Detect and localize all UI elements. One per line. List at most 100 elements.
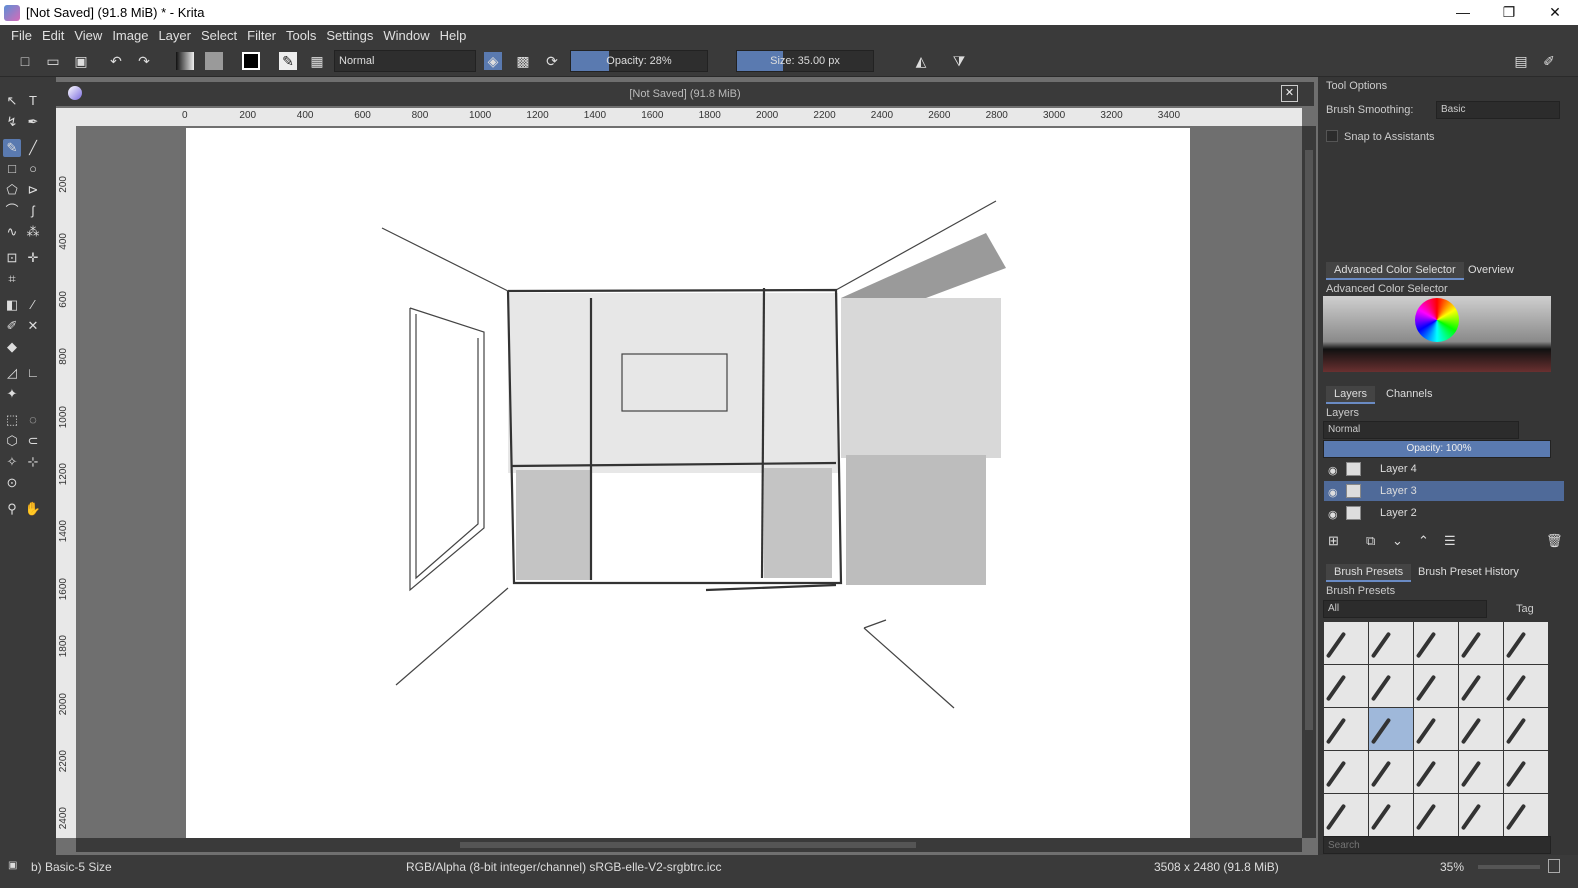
color-picker-tool-icon[interactable]: ⁄ xyxy=(24,296,42,314)
tag-button[interactable]: Tag xyxy=(1516,603,1534,615)
close-document-button[interactable]: ✕ xyxy=(1281,85,1298,102)
polyline-tool-icon[interactable]: ⊳ xyxy=(24,181,42,199)
move-layer-up-icon[interactable]: ⌃ xyxy=(1418,533,1429,549)
rectangle-tool-icon[interactable]: □ xyxy=(3,160,21,178)
brush-preset[interactable] xyxy=(1324,622,1368,664)
horizontal-scrollbar-thumb[interactable] xyxy=(460,842,916,848)
mirror-vertical-icon[interactable]: ⧩ xyxy=(950,52,968,70)
add-layer-icon[interactable]: ⊞ xyxy=(1328,533,1339,549)
polygon-tool-icon[interactable]: ⬠ xyxy=(3,181,21,199)
brush-preset[interactable] xyxy=(1414,708,1458,750)
brush-preset[interactable] xyxy=(1324,751,1368,793)
menu-tools[interactable]: Tools xyxy=(286,28,316,43)
smart-patch-tool-icon[interactable]: ✕ xyxy=(24,317,42,335)
brush-preset[interactable] xyxy=(1504,708,1548,750)
menu-settings[interactable]: Settings xyxy=(326,28,373,43)
brush-preset-search-input[interactable] xyxy=(1323,836,1551,854)
fit-view-icon[interactable] xyxy=(1548,859,1560,873)
bezier-selection-tool-icon[interactable]: ⊙ xyxy=(3,474,21,492)
menu-filter[interactable]: Filter xyxy=(247,28,276,43)
color-wheel-icon[interactable] xyxy=(1415,298,1459,342)
elliptical-selection-tool-icon[interactable]: ◌ xyxy=(24,411,42,429)
brush-preset[interactable] xyxy=(1459,622,1503,664)
brush-preset[interactable] xyxy=(1459,751,1503,793)
delete-layer-icon[interactable]: 🗑 xyxy=(1546,533,1563,549)
tab-brush-presets[interactable]: Brush Presets xyxy=(1326,564,1412,582)
brush-preset[interactable] xyxy=(1324,794,1368,836)
text-tool-icon[interactable]: T xyxy=(24,92,42,110)
brush-preset[interactable] xyxy=(1414,751,1458,793)
layer-opacity-slider[interactable]: Opacity: 100% xyxy=(1323,440,1551,458)
blend-mode-select[interactable]: Normal xyxy=(334,50,476,72)
brush-smoothing-select[interactable]: Basic xyxy=(1436,101,1560,119)
restore-button[interactable]: ❐ xyxy=(1486,0,1532,25)
bezier-tool-icon[interactable]: ⌒ xyxy=(3,202,21,220)
menu-window[interactable]: Window xyxy=(383,28,429,43)
layer-row[interactable]: ◉ Layer 4 xyxy=(1324,459,1564,479)
zoom-slider[interactable] xyxy=(1478,865,1540,869)
tab-overview[interactable]: Overview xyxy=(1460,262,1522,278)
brush-settings-icon[interactable]: ▦ xyxy=(308,52,326,70)
layer-row[interactable]: ◉ Layer 2 xyxy=(1324,503,1564,523)
undo-icon[interactable]: ↶ xyxy=(107,52,125,70)
brush-preset[interactable] xyxy=(1504,794,1548,836)
brush-preset[interactable] xyxy=(1414,622,1458,664)
brush-preset[interactable] xyxy=(1414,665,1458,707)
assistant-tool-icon[interactable]: ◿ xyxy=(3,364,21,382)
move-layer-down-icon[interactable]: ⌄ xyxy=(1392,533,1403,549)
multibrush-tool-icon[interactable]: ⁂ xyxy=(24,223,42,241)
tab-brush-preset-history[interactable]: Brush Preset History xyxy=(1410,564,1527,580)
brush-preset[interactable] xyxy=(1369,622,1413,664)
redo-icon[interactable]: ↷ xyxy=(135,52,153,70)
polygonal-selection-tool-icon[interactable]: ⬡ xyxy=(3,432,21,450)
save-icon[interactable]: ▣ xyxy=(72,52,90,70)
minimize-button[interactable]: — xyxy=(1440,0,1486,25)
colorize-mask-tool-icon[interactable]: ✐ xyxy=(3,317,21,335)
size-slider[interactable]: Size: 35.00 px xyxy=(736,50,874,72)
tab-advanced-color-selector[interactable]: Advanced Color Selector xyxy=(1326,262,1464,280)
line-tool-icon[interactable]: ╱ xyxy=(24,139,42,157)
brush-preset[interactable] xyxy=(1459,708,1503,750)
close-window-button[interactable]: ✕ xyxy=(1532,0,1578,25)
horizontal-scrollbar[interactable] xyxy=(76,838,1302,852)
tab-channels[interactable]: Channels xyxy=(1378,386,1440,402)
reference-tool-icon[interactable]: ✦ xyxy=(3,385,21,403)
tab-layers[interactable]: Layers xyxy=(1326,386,1376,404)
menu-image[interactable]: Image xyxy=(112,28,148,43)
preserve-alpha-icon[interactable]: ▩ xyxy=(514,52,532,70)
mirror-horizontal-icon[interactable]: ◭ xyxy=(912,52,930,70)
brush-preset-filter-select[interactable]: All xyxy=(1323,600,1487,618)
brush-preset[interactable] xyxy=(1369,665,1413,707)
ellipse-tool-icon[interactable]: ○ xyxy=(24,160,42,178)
brush-preset-icon[interactable]: ✎ xyxy=(279,52,297,70)
open-document-icon[interactable]: ▭ xyxy=(44,52,62,70)
menu-view[interactable]: View xyxy=(74,28,102,43)
brush-preset[interactable] xyxy=(1414,794,1458,836)
menu-layer[interactable]: Layer xyxy=(158,28,191,43)
brush-editor-icon[interactable]: ✐ xyxy=(1540,52,1558,70)
brush-preset[interactable] xyxy=(1324,665,1368,707)
select-shapes-tool-icon[interactable]: ↖ xyxy=(3,92,21,110)
pattern-icon[interactable] xyxy=(205,52,223,70)
visibility-eye-icon[interactable]: ◉ xyxy=(1328,505,1338,525)
measure-tool-icon[interactable]: ∟ xyxy=(24,364,42,382)
brush-preset-selected[interactable] xyxy=(1369,708,1413,750)
new-document-icon[interactable]: □ xyxy=(16,52,34,70)
edit-shapes-tool-icon[interactable]: ↯ xyxy=(3,113,21,131)
dynamic-brush-tool-icon[interactable]: ∿ xyxy=(3,223,21,241)
drawing-canvas[interactable] xyxy=(186,128,1190,838)
pan-tool-icon[interactable]: ✋ xyxy=(24,500,42,518)
color-selector-area[interactable] xyxy=(1323,296,1551,372)
brush-preset[interactable] xyxy=(1504,665,1548,707)
reload-preset-icon[interactable]: ⟳ xyxy=(543,52,561,70)
layer-row-selected[interactable]: ◉ Layer 3 xyxy=(1324,481,1564,501)
eraser-mode-icon[interactable]: ◈ xyxy=(484,52,502,70)
brush-preset[interactable] xyxy=(1504,751,1548,793)
opacity-slider[interactable]: Opacity: 28% xyxy=(570,50,708,72)
menu-edit[interactable]: Edit xyxy=(42,28,64,43)
similar-selection-tool-icon[interactable]: ⊹ xyxy=(24,453,42,471)
menu-help[interactable]: Help xyxy=(440,28,467,43)
visibility-eye-icon[interactable]: ◉ xyxy=(1328,461,1338,481)
gradient-tool-icon[interactable]: ◧ xyxy=(3,296,21,314)
snap-to-assistants-checkbox[interactable] xyxy=(1326,130,1338,142)
